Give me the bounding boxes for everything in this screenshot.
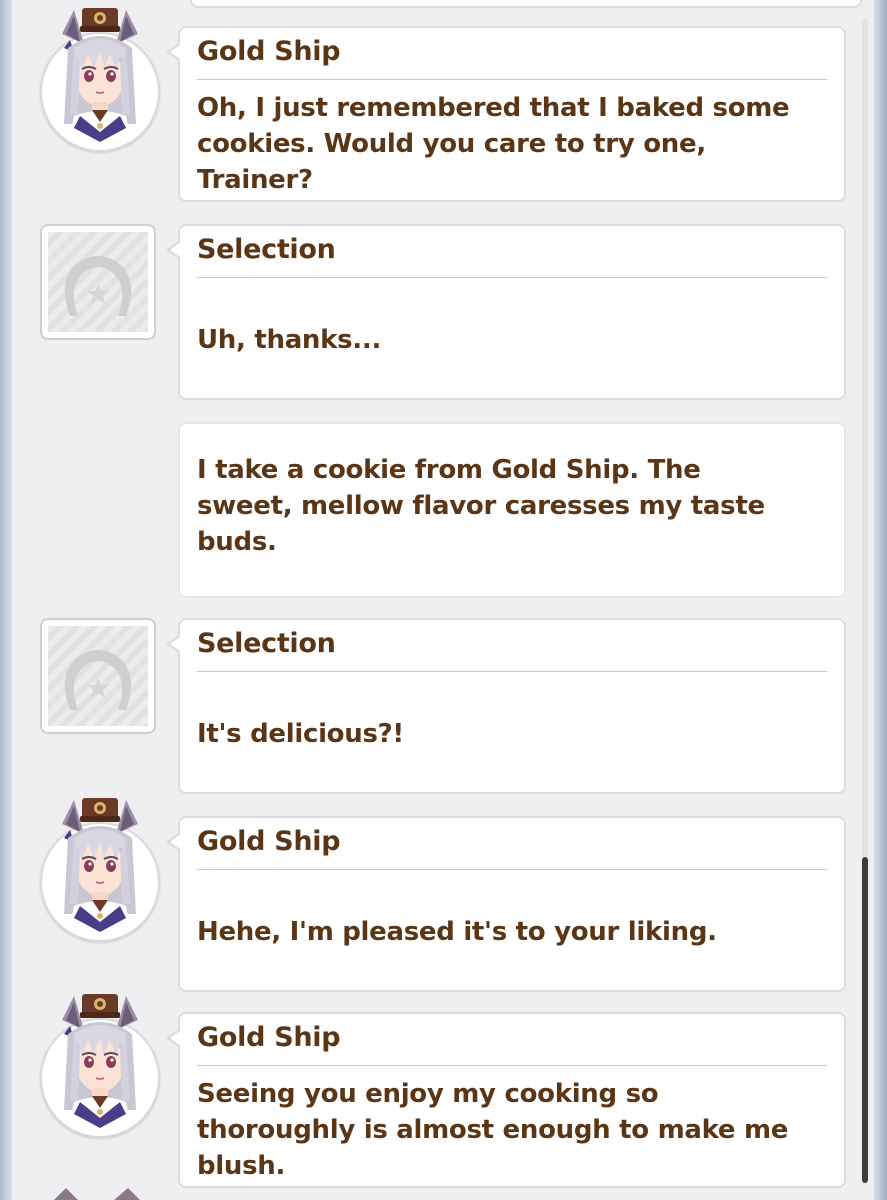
scrollbar-thumb[interactable] (862, 857, 868, 1183)
dialogue-bubble: Gold Ship Hehe, I'm pleased it's to your… (166, 816, 846, 992)
gold-ship-avatar (40, 32, 160, 152)
speaker-name: Gold Ship (197, 1022, 827, 1066)
previous-bubble-edge (190, 0, 862, 8)
speaker-name: Gold Ship (197, 36, 827, 80)
dialogue-bubble: Selection Uh, thanks... (166, 224, 846, 400)
gold-ship-avatar (40, 1018, 160, 1138)
horseshoe-icon (64, 650, 132, 710)
narration-bubble: I take a cookie from Gold Ship. The swee… (178, 422, 846, 598)
gold-ship-portrait-icon (40, 794, 160, 944)
dialogue-text: Uh, thanks... (197, 325, 382, 355)
trainer-avatar (40, 618, 156, 734)
dialogue-bubble: Gold Ship Oh, I just remembered that I b… (166, 26, 846, 202)
next-avatar-ears-icon (54, 1188, 140, 1200)
gold-ship-avatar (40, 822, 160, 942)
speaker-name: Gold Ship (197, 826, 827, 870)
dialogue-text: Seeing you enjoy my cooking so thoroughl… (197, 1079, 789, 1181)
gold-ship-portrait-icon (40, 4, 160, 154)
dialogue-bubble: Gold Ship Seeing you enjoy my cooking so… (166, 1012, 846, 1188)
dialogue-bubble: Selection It's delicious?! (166, 618, 846, 794)
dialogue-text: It's delicious?! (197, 719, 404, 749)
narration-text: I take a cookie from Gold Ship. The swee… (197, 455, 765, 557)
speaker-name: Selection (197, 628, 827, 672)
dialogue-text: Oh, I just remembered that I baked some … (197, 93, 790, 195)
trainer-avatar (40, 224, 156, 340)
gold-ship-portrait-icon (40, 990, 160, 1140)
horseshoe-icon (64, 256, 132, 316)
dialogue-text: Hehe, I'm pleased it's to your liking. (197, 917, 717, 947)
dialogue-log[interactable]: Gold Ship Oh, I just remembered that I b… (12, 0, 874, 1200)
scrollbar-track[interactable] (862, 18, 868, 1183)
speaker-name: Selection (197, 234, 827, 278)
